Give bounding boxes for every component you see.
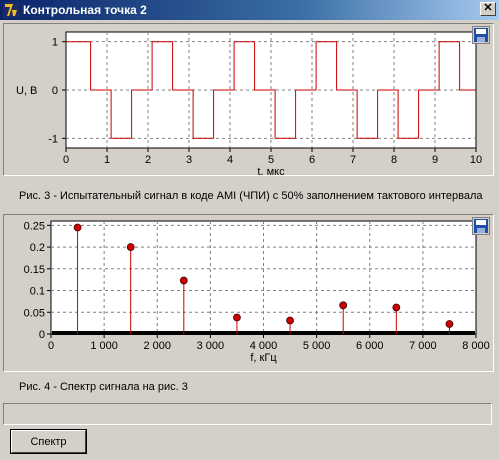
y-tick-label: 0 xyxy=(39,329,45,341)
signal-chart-panel: 0 1 2 3 4 5 6 7 8 9 10 1 0 -1 t, мкс U, В xyxy=(3,23,494,176)
spectrum-point xyxy=(73,223,82,232)
spectrum-chart-panel: 0 1 000 2 000 3 000 4 000 5 000 6 000 7 000 8 00… xyxy=(3,214,494,372)
x-tick-label: 4 000 xyxy=(250,340,278,352)
spectrum-point xyxy=(126,243,135,251)
figure-4-caption: Рис. 4 - Спектр сигнала на рис. 3 xyxy=(19,381,188,393)
x-tick-label: 7 xyxy=(350,154,356,166)
y-tick-label: 0.15 xyxy=(24,264,45,276)
spectrum-point xyxy=(392,303,401,312)
x-tick-label: 6 xyxy=(309,154,315,166)
y-tick-label: 0.1 xyxy=(30,286,45,298)
x-tick-label: 8 000 xyxy=(462,340,490,352)
x-tick-label: 5 000 xyxy=(303,340,331,352)
x-tick-label: 2 xyxy=(145,154,151,166)
app-logo-icon xyxy=(3,2,19,18)
spectrum-point xyxy=(179,276,188,285)
spectrum-point xyxy=(286,316,294,325)
x-tick-label: 1 xyxy=(104,154,110,166)
spectrum-point xyxy=(233,313,241,322)
spectrum-chart: 0 1 000 2 000 3 000 4 000 5 000 6 000 7 000 8 00… xyxy=(24,220,490,364)
y-tick-label: 0.05 xyxy=(24,307,45,319)
figure-3-caption: Рис. 3 - Испытательный сигнал в коде AMI… xyxy=(19,190,483,202)
close-button[interactable]: ✕ xyxy=(480,2,496,16)
x-tick-label: 2 000 xyxy=(143,340,171,352)
x-tick-label: 0 xyxy=(48,340,54,352)
x-tick-label: 1 000 xyxy=(90,340,118,352)
signal-chart: 0 1 2 3 4 5 6 7 8 9 1010-1t, мксU, В xyxy=(16,31,482,175)
title-bar[interactable]: Контрольная точка 2 ✕ xyxy=(0,0,499,20)
x-tick-label: 8 xyxy=(391,154,397,166)
spectrum-button[interactable]: Спектр xyxy=(10,429,87,454)
x-tick-label: 5 xyxy=(268,154,274,166)
y-tick-label: -1 xyxy=(48,133,58,145)
x-tick-label: 4 xyxy=(227,154,233,166)
y-tick-label: 1 xyxy=(52,37,58,49)
x-tick-label: 3 000 xyxy=(197,340,225,352)
zero-samples-band xyxy=(52,331,475,335)
y-axis-label: U, В xyxy=(16,85,37,97)
save-icon[interactable] xyxy=(472,217,490,235)
y-tick-label: 0.25 xyxy=(24,220,45,232)
x-axis-label: t, мкс xyxy=(257,166,285,175)
spectrum-point xyxy=(339,301,348,310)
x-tick-label: 7 000 xyxy=(409,340,437,352)
spectrum-point xyxy=(445,320,454,328)
x-tick-label: 6 000 xyxy=(356,340,384,352)
x-axis-label: f, кГц xyxy=(250,352,277,364)
save-icon[interactable] xyxy=(472,26,490,44)
window-title: Контрольная точка 2 xyxy=(23,3,147,17)
y-tick-label: 0.2 xyxy=(30,242,45,254)
x-tick-label: 3 xyxy=(186,154,192,166)
status-field xyxy=(3,403,492,425)
x-tick-label: 0 xyxy=(63,154,69,166)
y-tick-label: 0 xyxy=(52,85,58,97)
x-tick-label: 9 xyxy=(432,154,438,166)
x-tick-label: 10 xyxy=(470,154,482,166)
